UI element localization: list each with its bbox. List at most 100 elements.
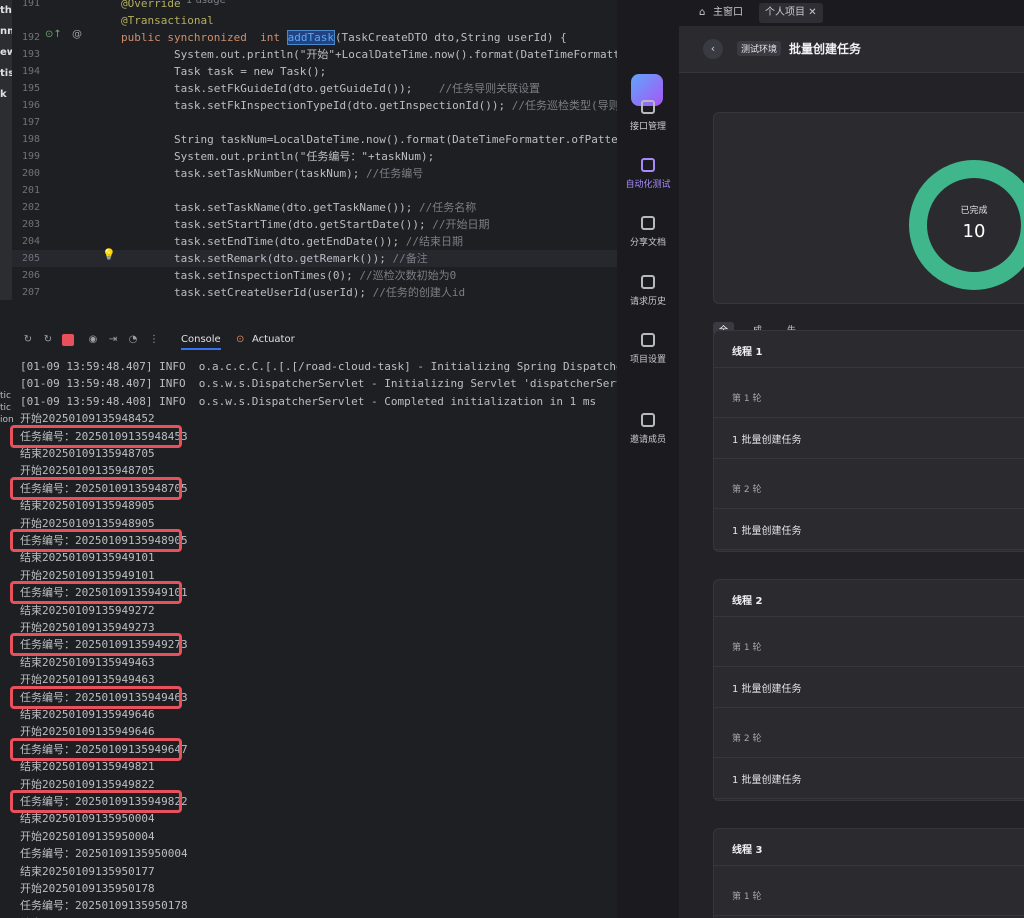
project-tree-edge: thnmewtisk	[0, 0, 12, 300]
nav-item[interactable]: 邀请成员	[617, 413, 679, 445]
code-statement: task.setStartTime(dto.getStartDate());	[121, 218, 433, 231]
restart-icon[interactable]: ↻	[42, 334, 54, 346]
nav-item[interactable]: 请求历史	[617, 275, 679, 307]
round-divider	[714, 508, 1024, 509]
tree-label[interactable]: th	[0, 0, 12, 21]
rerun-icon[interactable]: ↻	[22, 334, 34, 346]
nav-item[interactable]: 自动化测试	[617, 158, 679, 190]
main-content: ‹ 测试环境 批量创建任务 已完成 10 全部成功失败 线程 1第 1 轮1 批…	[679, 26, 1024, 918]
lightbulb-icon[interactable]: 💡	[102, 248, 116, 261]
round-divider	[714, 915, 1024, 916]
nav-icon	[641, 413, 655, 427]
code-comment: //任务编号	[366, 167, 424, 180]
stop-icon[interactable]	[62, 334, 74, 346]
code-comment: //巡检次数初始为0	[359, 269, 457, 282]
tree-label[interactable]: ew	[0, 42, 12, 63]
tree-label[interactable]: tis	[0, 63, 12, 84]
export-icon[interactable]: ⇥	[107, 334, 119, 346]
back-button[interactable]: ‹	[703, 39, 723, 59]
tab-actuator[interactable]: Actuator	[252, 334, 295, 345]
thread-card: 线程 3 第 1 轮	[713, 828, 1024, 918]
highlight-box	[10, 790, 182, 813]
console-line: 开始20250109135950004	[20, 829, 155, 843]
tree-label[interactable]: nm	[0, 21, 12, 42]
task-divider	[714, 549, 1024, 550]
line-number: 201	[21, 185, 40, 196]
code-line: 205 task.setRemark(dto.getRemark()); //备…	[0, 250, 617, 267]
side-label: ion	[0, 415, 14, 425]
task-item[interactable]: 1 批量创建任务	[732, 431, 802, 446]
code-line: 207 task.setCreateUserId(userId); //任务的创…	[0, 284, 617, 300]
nav-item[interactable]: 接口管理	[617, 100, 679, 132]
camera-icon[interactable]: ◉	[87, 334, 99, 346]
code-text: @Transactional	[121, 14, 214, 27]
api-app-window: ⌂ 主窗口 个人项目 ✕ 接口管理 自动化测试 分享文档 请求历史 项目设置 邀请成员 ‹…	[617, 0, 1024, 918]
round-label: 第 2 轮	[732, 485, 762, 495]
line-number: 196	[21, 100, 40, 111]
highlight-box	[10, 737, 182, 761]
code-text: task.setFkInspectionTypeId(dto.getInspec…	[121, 97, 617, 114]
line-number: 195	[21, 83, 40, 94]
annotation-gutter-icon: @	[72, 29, 82, 40]
nav-item[interactable]: 分享文档	[617, 216, 679, 248]
tab-personal-project-label: 个人项目	[765, 7, 805, 18]
code-comment: //开始日期	[432, 218, 490, 231]
tab-console[interactable]: Console	[181, 334, 221, 350]
code-line: 204 task.setEndTime(dto.getEndDate()); /…	[0, 233, 617, 250]
code-line: 192 public synchronized int addTask(TaskC…	[0, 29, 617, 46]
code-statement: task.setInspectionTimes(0);	[121, 269, 360, 282]
code-line: 195 task.setFkGuideId(dto.getGuideId());…	[0, 80, 617, 97]
task-item[interactable]: 1 批量创建任务	[732, 680, 802, 695]
code-text: task.setTaskName(dto.getTaskName()); //任…	[121, 199, 476, 216]
line-number: 207	[21, 287, 40, 298]
nav-item[interactable]: 项目设置	[617, 333, 679, 365]
sidebar-nav: 接口管理自动化测试分享文档请求历史项目设置邀请成员	[617, 26, 679, 918]
round-divider	[714, 417, 1024, 418]
code-line: @Transactional	[0, 12, 617, 29]
nav-icon	[641, 158, 655, 172]
code-text: System.out.println("任务编号："+taskNum);	[121, 150, 435, 163]
dump-icon[interactable]: ◔	[127, 334, 139, 346]
completion-donut: 已完成 10	[909, 160, 1024, 290]
task-item[interactable]: 1 批量创建任务	[732, 771, 802, 786]
console-line: 任务编号：20250109135950178	[20, 899, 188, 913]
code-statement: task.setEndTime(dto.getEndDate());	[121, 235, 406, 248]
code-comment: //结束日期	[405, 235, 464, 248]
highlight-box	[10, 633, 182, 657]
code-editor[interactable]: 191 @Override @Transactional 192 public sync…	[0, 0, 617, 300]
run-toolbar: ↻ ↻ ◉ ⇥ ◔ ⋮ Console ⊙ Actuator	[0, 328, 617, 355]
thread-divider	[714, 865, 1024, 866]
usage-hint: 1 usage	[186, 0, 226, 6]
code-text: task.setEndTime(dto.getEndDate()); //结束日…	[121, 233, 463, 250]
round-label: 第 1 轮	[732, 892, 762, 902]
console-line: [01-09 13:59:48.407] INFO o.a.c.c.C.[.[.…	[20, 360, 617, 373]
code-comment: //任务名称	[419, 201, 477, 214]
code-line: 201	[0, 182, 617, 199]
side-label: tic	[0, 403, 11, 413]
code-line: 198 String taskNum=LocalDateTime.now().f…	[0, 131, 617, 148]
line-number: 198	[21, 134, 40, 145]
close-icon[interactable]: ✕	[808, 7, 816, 18]
editor-splitter[interactable]	[0, 300, 617, 329]
task-divider	[714, 458, 1024, 459]
thread-title[interactable]: 线程 1	[732, 343, 762, 358]
tab-main-window[interactable]: 主窗口	[707, 3, 749, 23]
tab-personal-project[interactable]: 个人项目 ✕	[759, 3, 823, 23]
nav-label: 请求历史	[629, 297, 666, 307]
line-number: 204	[21, 236, 40, 247]
code-line: 191 @Override	[0, 0, 617, 12]
side-labels: tic tic ion	[0, 390, 14, 426]
thread-title[interactable]: 线程 3	[732, 841, 762, 856]
environment-tag[interactable]: 测试环境	[737, 41, 782, 56]
line-number: 202	[21, 202, 40, 213]
code-statement: task.setFkGuideId(dto.getGuideId());	[121, 82, 439, 95]
code-statement: task.setCreateUserId(userId);	[121, 286, 373, 299]
more-icon[interactable]: ⋮	[148, 334, 160, 346]
tree-label[interactable]: k	[0, 84, 12, 105]
task-item[interactable]: 1 批量创建任务	[732, 522, 802, 537]
console-line: 开始20250109135950178	[20, 882, 155, 895]
nav-icon	[641, 216, 655, 230]
thread-title[interactable]: 线程 2	[732, 592, 762, 607]
completed-count: 10	[963, 221, 986, 242]
console-output[interactable]: [01-09 13:59:48.407] INFO o.a.c.c.C.[.[.…	[0, 354, 617, 918]
